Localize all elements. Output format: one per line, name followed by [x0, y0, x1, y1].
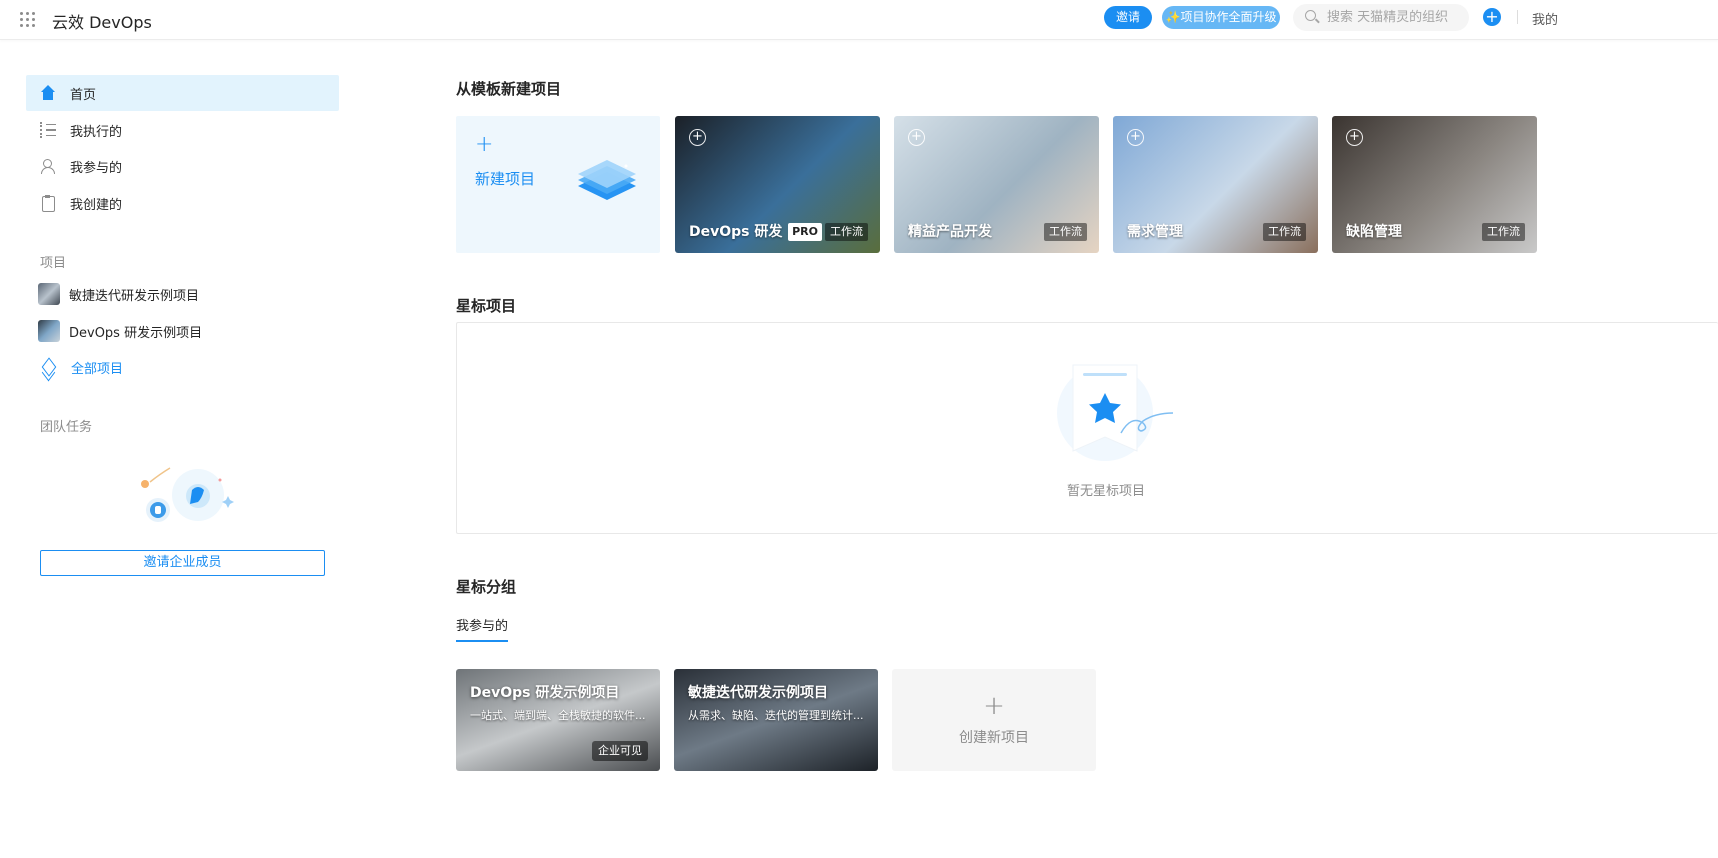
apps-grid-icon[interactable] [20, 12, 36, 28]
sidebar-item-executed[interactable]: 我执行的 [26, 112, 339, 148]
starred-empty-text: 暂无星标项目 [1066, 484, 1145, 499]
plus-icon: + [983, 691, 1005, 721]
team-tasks-section-label: 团队任务 [40, 420, 93, 435]
stacked-layers-icon [578, 160, 636, 200]
group-card-desc: 从需求、缺陷、迭代的管理到统计... [688, 709, 864, 722]
invite-members-button[interactable]: 邀请企业成员 [40, 550, 325, 576]
add-template-icon[interactable]: + [1346, 129, 1363, 146]
empty-star-illustration [1057, 364, 1174, 461]
group-card-title: 敏捷迭代研发示例项目 [688, 685, 828, 701]
add-icon[interactable]: + [1483, 8, 1501, 26]
template-card-requirements[interactable]: + 需求管理 工作流 [1113, 116, 1318, 253]
starred-title: 星标项目 [456, 297, 517, 315]
add-template-icon[interactable]: + [1127, 129, 1144, 146]
projects-section-label: 项目 [40, 256, 67, 271]
project-thumbnail [38, 283, 60, 305]
checklist-icon [40, 122, 56, 138]
template-card-devops[interactable]: + DevOps 研发 PRO 工作流 [675, 116, 880, 253]
group-card-title: DevOps 研发示例项目 [470, 685, 620, 701]
new-project-card[interactable]: + 新建项目 [456, 116, 660, 253]
add-template-icon[interactable]: + [689, 129, 706, 146]
groups-title: 星标分组 [456, 578, 517, 596]
workflow-tag: 工作流 [1482, 223, 1525, 241]
template-name: 精益产品开发 [908, 224, 992, 240]
sidebar-item-label: 首页 [70, 87, 97, 103]
template-name: 缺陷管理 [1346, 224, 1402, 240]
template-name: DevOps 研发 [689, 224, 783, 240]
plus-icon: + [475, 132, 494, 157]
all-projects-link[interactable]: 全部项目 [40, 358, 123, 377]
upgrade-banner-button[interactable]: ✨项目协作全面升级 [1162, 6, 1280, 29]
project-thumbnail [38, 320, 60, 342]
template-name: 需求管理 [1127, 224, 1183, 240]
sidebar-item-created[interactable]: 我创建的 [26, 185, 339, 221]
new-project-label: 新建项目 [475, 170, 536, 188]
project-label: DevOps 研发示例项目 [69, 325, 203, 341]
create-new-project-card[interactable]: + 创建新项目 [892, 669, 1096, 771]
sidebar-item-label: 我创建的 [70, 197, 123, 213]
team-illustration [141, 467, 234, 522]
sidebar-item-participated[interactable]: 我参与的 [26, 148, 339, 184]
sidebar: 首页 我执行的 我参与的 我创建的 项目 敏捷迭代研发示例项目 DevOps 研… [0, 40, 360, 858]
invite-button[interactable]: 邀请 [1104, 6, 1153, 29]
sidebar-item-home[interactable]: 首页 [26, 75, 339, 111]
search-input[interactable] [1327, 8, 1457, 27]
template-card-defects[interactable]: + 缺陷管理 工作流 [1332, 116, 1537, 253]
brand-title[interactable]: 云效 DevOps [52, 9, 152, 33]
template-card-lean-product[interactable]: + 精益产品开发 工作流 [894, 116, 1099, 253]
search-icon [1305, 10, 1316, 21]
project-label: 敏捷迭代研发示例项目 [69, 288, 200, 304]
add-template-icon[interactable]: + [908, 129, 925, 146]
group-card-agile[interactable]: 敏捷迭代研发示例项目 从需求、缺陷、迭代的管理到统计... [674, 669, 878, 771]
layers-icon [40, 359, 58, 377]
all-projects-label: 全部项目 [71, 362, 124, 377]
user-icon [40, 158, 56, 174]
templates-title: 从模板新建项目 [456, 80, 562, 98]
group-card-devops[interactable]: DevOps 研发示例项目 一站式、端到端、全栈敏捷的软件... 企业可见 [456, 669, 660, 771]
create-new-project-label: 创建新项目 [959, 730, 1029, 746]
pro-badge: PRO [788, 223, 822, 241]
workflow-tag: 工作流 [1044, 223, 1087, 241]
tab-active-indicator [456, 640, 508, 642]
workflow-tag: 工作流 [825, 223, 868, 241]
group-card-desc: 一站式、端到端、全栈敏捷的软件... [470, 709, 646, 722]
visibility-badge: 企业可见 [592, 741, 648, 761]
mine-menu[interactable]: 我的 [1532, 9, 1558, 28]
search-box[interactable] [1293, 4, 1469, 31]
top-bar: 云效 DevOps 邀请 ✨项目协作全面升级 + 我的 [0, 0, 1718, 40]
sidebar-project-devops[interactable]: DevOps 研发示例项目 [38, 319, 202, 343]
sidebar-project-agile[interactable]: 敏捷迭代研发示例项目 [38, 282, 199, 306]
tab-participated[interactable]: 我参与的 [456, 615, 508, 634]
workflow-tag: 工作流 [1263, 223, 1306, 241]
sidebar-item-label: 我参与的 [70, 160, 123, 176]
clipboard-icon [40, 195, 56, 212]
sidebar-item-label: 我执行的 [70, 124, 123, 140]
starred-empty-panel: 暂无星标项目 [456, 322, 1718, 534]
divider [1517, 10, 1518, 24]
home-icon [40, 85, 56, 101]
